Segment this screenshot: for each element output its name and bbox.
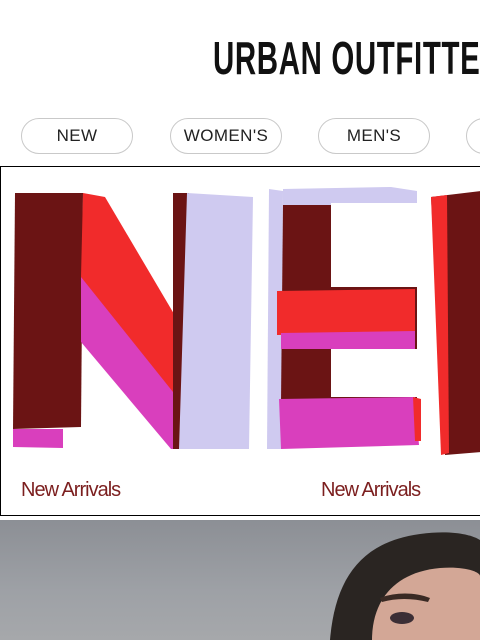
category-nav: NEW WOMEN'S MEN'S (0, 104, 480, 166)
nav-pill-new[interactable]: NEW (21, 118, 133, 154)
hero-caption-2[interactable]: New Arrivals (321, 479, 421, 502)
hero-caption-1[interactable]: New Arrivals (21, 479, 121, 502)
nav-pill-label: NEW (56, 126, 98, 145)
site-header: URBAN OUTFITTERS (0, 0, 480, 104)
new-arrivals-carousel[interactable]: New Arrivals New Arrivals (0, 166, 480, 516)
nav-pill-label: WOMEN'S (183, 126, 269, 145)
nav-pill-next[interactable] (466, 118, 480, 154)
new-lettering-artwork (13, 187, 480, 455)
nav-pill-womens[interactable]: WOMEN'S (170, 118, 282, 154)
nav-pill-label: MEN'S (346, 126, 402, 145)
model-photo[interactable] (0, 520, 480, 640)
model-portrait-image (330, 532, 480, 640)
brand-logo[interactable]: URBAN OUTFITTERS (213, 30, 480, 86)
nav-pill-mens[interactable]: MEN'S (318, 118, 430, 154)
